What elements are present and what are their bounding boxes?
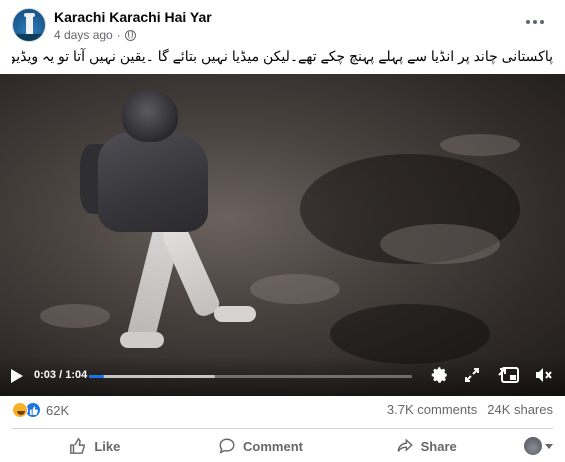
progress-buffered [89, 375, 215, 378]
stats-right: 3.7K comments 24K shares [387, 402, 553, 417]
like-label: Like [94, 438, 121, 454]
video-scene-rock [40, 304, 110, 328]
astronaut-helmet [122, 90, 178, 142]
pip-icon[interactable] [499, 364, 521, 386]
dot [540, 20, 544, 24]
video-scene-rock [380, 224, 500, 264]
share-button[interactable]: Share [343, 432, 509, 460]
volume-icon[interactable] [533, 364, 555, 386]
meta-separator: · [116, 28, 121, 42]
reactions-summary[interactable]: 62K [12, 402, 69, 418]
shares-count[interactable]: 24K shares [487, 402, 553, 417]
comment-icon [219, 438, 235, 454]
avatar-ground [13, 34, 45, 41]
share-label: Share [420, 438, 457, 454]
video-player[interactable]: 0:03 / 1:04 [0, 74, 565, 396]
chevron-down-icon [545, 443, 554, 449]
reaction-count: 62K [46, 402, 70, 418]
astronaut-body [98, 132, 208, 232]
more-options-icon[interactable] [523, 12, 547, 32]
like-button[interactable]: Like [12, 432, 178, 460]
post-actions: Like Comment Share [12, 432, 554, 460]
haha-icon [12, 402, 28, 418]
video-controls: 0:03 / 1:04 [0, 356, 565, 396]
audience-selector[interactable] [509, 437, 554, 455]
comment-button[interactable]: Comment [178, 432, 344, 460]
post-stats: 62K 3.7K comments 24K shares [12, 400, 553, 422]
audience-avatar [524, 437, 543, 455]
comment-label: Comment [243, 438, 303, 454]
post-meta: 4 days ago · [54, 28, 136, 42]
share-icon [397, 438, 413, 452]
current-time: 0:03 [34, 369, 57, 381]
video-scene-shadow [330, 304, 490, 364]
astronaut-boot [214, 306, 256, 322]
video-scene-rock [250, 274, 340, 304]
astronaut-boot [120, 332, 164, 348]
settings-icon[interactable] [429, 364, 451, 386]
video-scene-rock [440, 134, 520, 156]
fullscreen-icon[interactable] [461, 364, 483, 386]
comments-count[interactable]: 3.7K comments [387, 402, 477, 417]
post-caption: پاکستانی چاند پر انڈیا سے پہلے پہنچ چکے … [12, 48, 553, 64]
video-time: 0:03 / 1:04 [34, 369, 87, 381]
dot [526, 20, 530, 24]
progress-bar[interactable] [89, 375, 412, 378]
divider [12, 428, 553, 429]
page-name[interactable]: Karachi Karachi Hai Yar [54, 9, 212, 25]
duration: 1:04 [65, 369, 88, 381]
play-icon[interactable] [11, 369, 23, 383]
page-avatar[interactable] [12, 8, 46, 42]
post-header: Karachi Karachi Hai Yar 4 days ago · [12, 8, 553, 44]
post-timestamp[interactable]: 4 days ago [54, 28, 113, 42]
globe-icon [124, 29, 136, 41]
dot [533, 20, 537, 24]
thumbs-up-icon [70, 437, 86, 454]
progress-fill [89, 375, 105, 378]
